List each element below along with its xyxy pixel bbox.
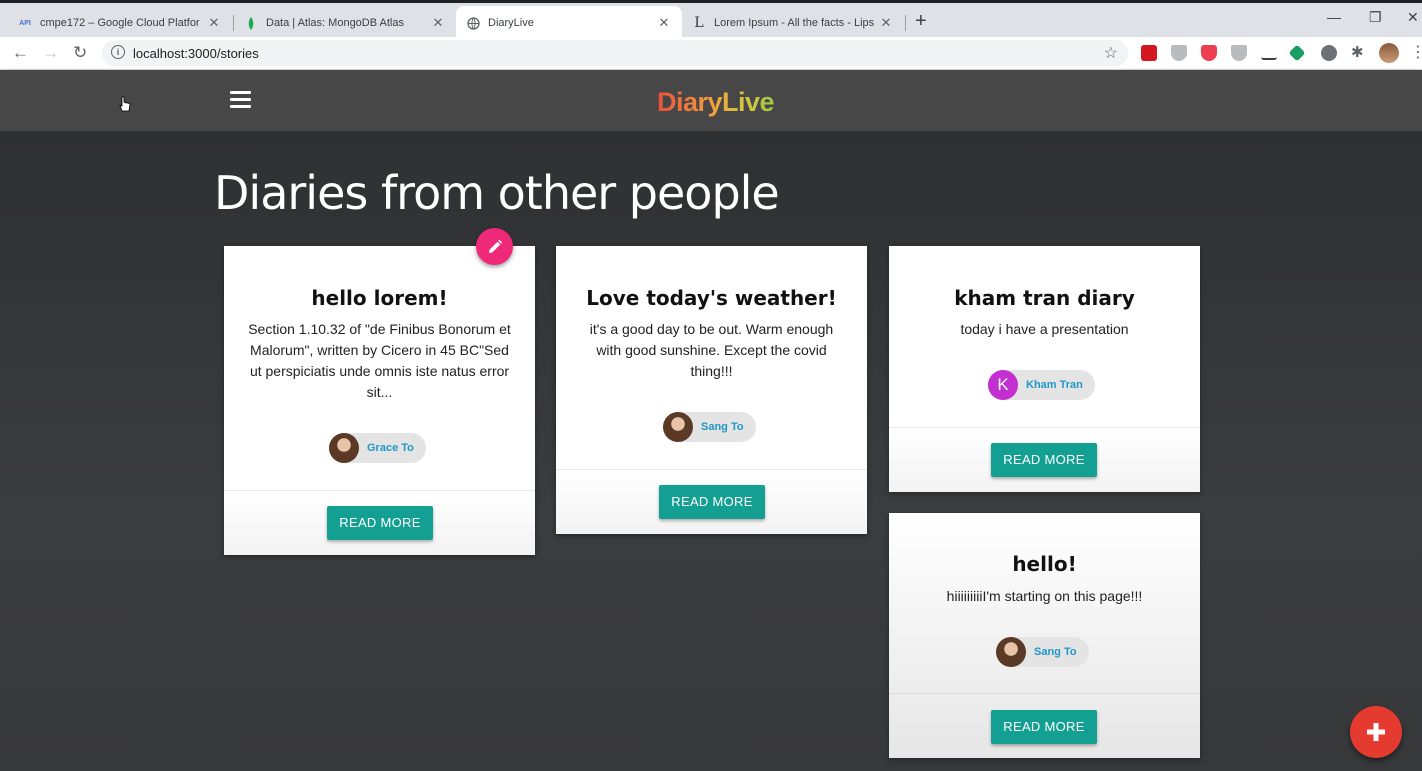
extension-gray-icon[interactable] [1321, 45, 1337, 61]
edit-story-button[interactable] [476, 228, 513, 265]
globe-icon [466, 16, 480, 30]
author-name[interactable]: Sang To [701, 421, 744, 433]
story-excerpt: Section 1.10.32 of "de Finibus Bonorum e… [248, 321, 511, 400]
browser-toolbar: ← → ↻ i localhost:3000/stories ☆ ✱ ⋮ [0, 37, 1422, 70]
author-chip[interactable]: K Kham Tran [988, 370, 1095, 400]
app-navbar: DiaryLive [0, 70, 1422, 131]
lipsum-icon: L [694, 15, 704, 31]
read-more-button[interactable]: READ MORE [991, 710, 1097, 744]
extension-green-icon[interactable] [1288, 44, 1306, 62]
tab-title: cmpe172 – Google Cloud Platfor [40, 17, 200, 29]
story-excerpt: today i have a presentation [960, 321, 1129, 337]
close-icon[interactable]: ✕ [430, 15, 446, 31]
story-card: Love today's weather! it's a good day to… [556, 246, 867, 534]
tab-title: Data | Atlas: MongoDB Atlas [266, 17, 404, 29]
author-avatar [329, 433, 359, 463]
author-avatar: K [988, 370, 1018, 400]
story-card: hello lorem! Section 1.10.32 of "de Fini… [224, 246, 535, 555]
back-icon[interactable]: ← [12, 43, 29, 63]
read-more-button[interactable]: READ MORE [327, 506, 433, 540]
card-footer: READ MORE [224, 491, 535, 555]
close-window-icon[interactable]: ✕ [1407, 9, 1419, 26]
extension-download-gray-icon[interactable] [1231, 45, 1247, 61]
story-card: hello! hiiiiiiiiiI'm starting on this pa… [889, 513, 1200, 758]
api-icon: API [19, 19, 31, 27]
author-avatar [663, 412, 693, 442]
tab-divider [905, 15, 906, 31]
plus-icon [1367, 723, 1385, 741]
extensions-puzzle-icon[interactable]: ✱ [1351, 43, 1367, 61]
close-icon[interactable]: ✕ [656, 15, 672, 31]
pocket-icon[interactable] [1201, 45, 1217, 61]
page-title: Diaries from other people [214, 166, 780, 220]
read-more-button[interactable]: READ MORE [659, 485, 765, 519]
add-story-button[interactable] [1350, 706, 1402, 758]
author-name[interactable]: Kham Tran [1026, 379, 1083, 391]
profile-avatar[interactable] [1379, 43, 1399, 63]
close-icon[interactable]: ✕ [878, 15, 894, 31]
extension-download-gray-icon[interactable] [1171, 45, 1187, 61]
story-card: kham tran diary today i have a presentat… [889, 246, 1200, 492]
browser-tab-lipsum[interactable]: L Lorem Ipsum - All the facts - Lips ✕ [682, 6, 904, 40]
address-bar[interactable]: i localhost:3000/stories ☆ [102, 40, 1128, 66]
author-avatar [996, 637, 1026, 667]
author-chip[interactable]: Sang To [996, 637, 1089, 667]
browser-tab-bar: API cmpe172 – Google Cloud Platfor ✕ Dat… [0, 0, 1422, 40]
site-info-icon[interactable]: i [111, 45, 125, 59]
story-excerpt: hiiiiiiiiiI'm starting on this page!!! [946, 588, 1143, 604]
story-title: hello lorem! [311, 286, 448, 310]
browser-tab-diarylive[interactable]: DiaryLive ✕ [456, 6, 682, 40]
story-title: kham tran diary [954, 286, 1135, 310]
story-excerpt: it's a good day to be out. Warm enough w… [589, 321, 834, 379]
forward-icon[interactable]: → [42, 43, 59, 63]
new-tab-icon[interactable]: + [915, 11, 927, 31]
mongodb-leaf-icon [244, 16, 258, 30]
mouse-cursor-icon [119, 96, 131, 112]
card-footer: READ MORE [889, 694, 1200, 758]
pencil-icon [488, 239, 502, 253]
hamburger-menu-icon[interactable] [230, 91, 251, 109]
author-chip[interactable]: Sang To [663, 412, 756, 442]
read-more-button[interactable]: READ MORE [991, 443, 1097, 477]
story-title: Love today's weather! [586, 286, 837, 310]
tab-title: Lorem Ipsum - All the facts - Lips [714, 17, 875, 29]
author-name[interactable]: Sang To [1034, 646, 1077, 658]
card-footer: READ MORE [556, 470, 867, 534]
browser-menu-icon[interactable]: ⋮ [1410, 42, 1422, 62]
author-chip[interactable]: Grace To [329, 433, 426, 463]
tab-title: DiaryLive [488, 17, 534, 29]
bookmark-star-icon[interactable]: ☆ [1104, 43, 1118, 63]
browser-tab-cloud[interactable]: API cmpe172 – Google Cloud Platfor ✕ [8, 6, 232, 40]
brand-logo[interactable]: DiaryLive [657, 87, 775, 118]
story-title: hello! [1012, 552, 1077, 576]
restore-icon[interactable]: ❐ [1369, 9, 1382, 26]
close-icon[interactable]: ✕ [206, 15, 222, 31]
card-footer: READ MORE [889, 428, 1200, 492]
downloads-icon[interactable] [1261, 45, 1277, 60]
extension-red-icon[interactable] [1141, 45, 1157, 61]
author-name[interactable]: Grace To [367, 442, 414, 454]
url-text[interactable]: localhost:3000/stories [133, 46, 259, 61]
browser-tab-atlas[interactable]: Data | Atlas: MongoDB Atlas ✕ [234, 6, 456, 40]
reload-icon[interactable]: ↻ [73, 43, 87, 63]
minimize-icon[interactable]: — [1327, 9, 1341, 25]
